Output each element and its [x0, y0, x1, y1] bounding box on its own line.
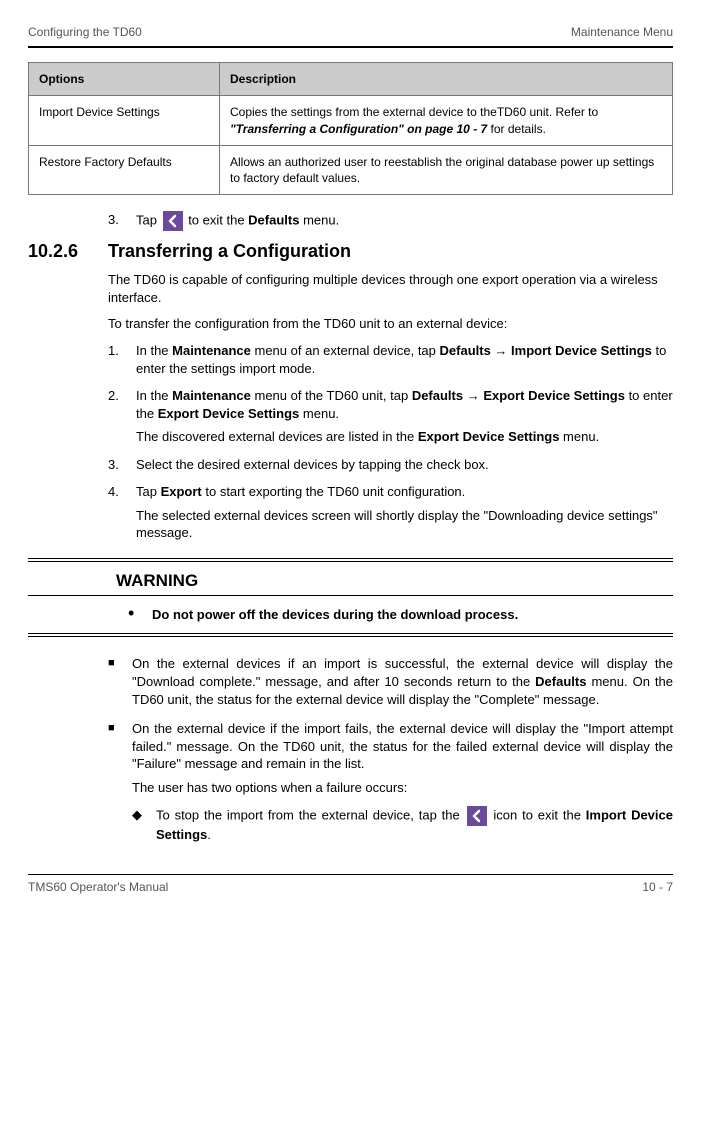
footer-left: TMS60 Operator's Manual — [28, 879, 168, 895]
warning-rule — [28, 636, 673, 637]
back-icon — [467, 806, 487, 826]
footer-right: 10 - 7 — [642, 879, 673, 895]
step-subtext: The selected external devices screen wil… — [136, 507, 673, 542]
step-number: 3. — [108, 211, 136, 231]
step-number: 3. — [108, 456, 136, 474]
th-description: Description — [220, 63, 673, 96]
warning-rule — [28, 633, 673, 634]
th-options: Options — [29, 63, 220, 96]
step-4: 4. Tap Export to start exporting the TD6… — [108, 483, 673, 542]
table-row: Restore Factory Defaults Allows an autho… — [29, 145, 673, 194]
cell-option: Restore Factory Defaults — [29, 145, 220, 194]
header-right: Maintenance Menu — [571, 24, 673, 40]
step-subtext: The discovered external devices are list… — [136, 428, 673, 446]
sub-list-item: ◆ To stop the import from the external d… — [132, 806, 673, 844]
step-2: 2. In the Maintenance menu of the TD60 u… — [108, 387, 673, 446]
warning-rule — [28, 595, 673, 596]
cell-description: Allows an authorized user to reestablish… — [220, 145, 673, 194]
warning-rule — [28, 561, 673, 562]
warning-text: Do not power off the devices during the … — [152, 606, 673, 624]
bullet-icon: • — [128, 606, 152, 624]
header-left: Configuring the TD60 — [28, 24, 142, 40]
header-rule — [28, 46, 673, 48]
table-row: Import Device Settings Copies the settin… — [29, 96, 673, 145]
back-icon — [163, 211, 183, 231]
list-item: ■ On the external device if the import f… — [108, 720, 673, 796]
step-number: 1. — [108, 342, 136, 377]
diamond-bullet-icon: ◆ — [132, 806, 156, 844]
cell-option: Import Device Settings — [29, 96, 220, 145]
step-number: 2. — [108, 387, 136, 446]
square-bullet-icon: ■ — [108, 720, 132, 796]
paragraph: To transfer the configuration from the T… — [108, 315, 673, 333]
warning-item: • Do not power off the devices during th… — [128, 606, 673, 624]
warning-title: WARNING — [116, 570, 673, 593]
warning-rule — [28, 558, 673, 559]
step-text: In the Maintenance menu of an external d… — [136, 342, 673, 377]
step-text: Select the desired external devices by t… — [136, 456, 673, 474]
section-number: 10.2.6 — [28, 239, 108, 263]
cell-description: Copies the settings from the external de… — [220, 96, 673, 145]
step-number: 4. — [108, 483, 136, 542]
step-3b: 3. Select the desired external devices b… — [108, 456, 673, 474]
sub-list-text: To stop the import from the external dev… — [156, 806, 673, 844]
step-text: Tap Export to start exporting the TD60 u… — [136, 483, 673, 542]
square-bullet-icon: ■ — [108, 655, 132, 708]
list-subtext: The user has two options when a failure … — [132, 779, 673, 797]
step-text: In the Maintenance menu of the TD60 unit… — [136, 387, 673, 446]
options-table: Options Description Import Device Settin… — [28, 62, 673, 195]
step-3: 3. Tap to exit the Defaults menu. — [108, 211, 673, 231]
footer: TMS60 Operator's Manual 10 - 7 — [28, 874, 673, 895]
paragraph: The TD60 is capable of configuring multi… — [108, 271, 673, 306]
list-text: On the external device if the import fai… — [132, 720, 673, 796]
step-text: Tap to exit the Defaults menu. — [136, 211, 673, 231]
list-text: On the external devices if an import is … — [132, 655, 673, 708]
list-item: ■ On the external devices if an import i… — [108, 655, 673, 708]
step-1: 1. In the Maintenance menu of an externa… — [108, 342, 673, 377]
section-title: Transferring a Configuration — [108, 239, 351, 263]
